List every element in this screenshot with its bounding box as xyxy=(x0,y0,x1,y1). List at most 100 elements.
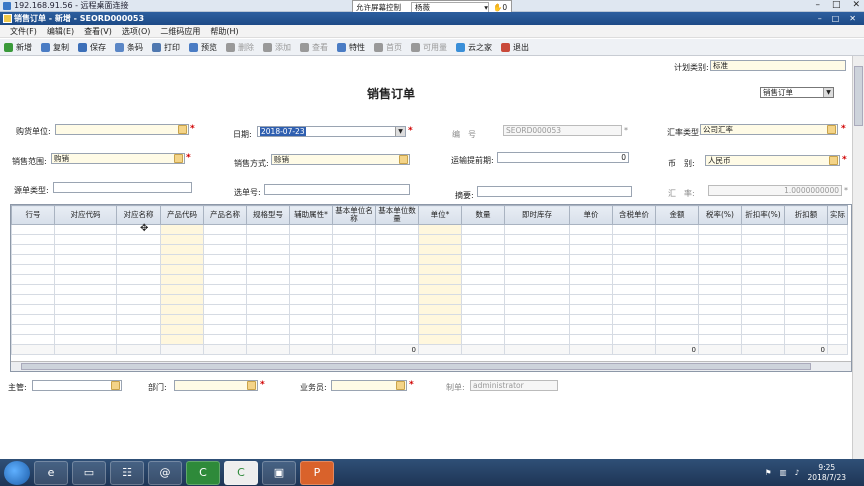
transport-field[interactable]: 0 xyxy=(497,152,629,163)
grid-header-3[interactable]: 产品代码 xyxy=(160,205,204,225)
network-icon[interactable]: ▥ xyxy=(780,468,787,477)
grid-cell[interactable] xyxy=(54,304,117,315)
table-row[interactable] xyxy=(11,334,848,345)
grid-cell[interactable] xyxy=(569,244,613,255)
grid-cell[interactable] xyxy=(741,314,785,325)
grid-cell[interactable] xyxy=(375,294,419,305)
grid-cell[interactable] xyxy=(612,284,656,295)
grid-cell[interactable] xyxy=(741,324,785,335)
grid-cell[interactable] xyxy=(698,264,742,275)
app-grid-icon[interactable]: ☷ xyxy=(110,460,144,485)
toolbar-button-0[interactable]: 新增 xyxy=(4,42,32,53)
grid-cell[interactable] xyxy=(461,314,505,325)
grid-cell[interactable] xyxy=(332,244,376,255)
grid-cell[interactable] xyxy=(246,334,290,345)
grid-cell[interactable] xyxy=(741,254,785,265)
grid-cell[interactable] xyxy=(741,234,785,245)
grid-header-12[interactable]: 单价 xyxy=(569,205,613,225)
grid-cell[interactable] xyxy=(54,244,117,255)
toolbar-button-6[interactable]: 删除 xyxy=(226,42,254,53)
grid-cell[interactable] xyxy=(504,334,570,345)
toolbar-button-1[interactable]: 复制 xyxy=(41,42,69,53)
grid-cell[interactable] xyxy=(418,314,462,325)
grid-cell[interactable] xyxy=(246,234,290,245)
minimize-icon[interactable]: – xyxy=(815,0,820,10)
grid-cell[interactable] xyxy=(569,284,613,295)
grid-cell[interactable] xyxy=(612,324,656,335)
grid-cell[interactable] xyxy=(289,264,333,275)
grid-cell[interactable] xyxy=(375,274,419,285)
toolbar-button-5[interactable]: 预览 xyxy=(189,42,217,53)
grid-header-6[interactable]: 辅助属性* xyxy=(289,205,333,225)
grid-header-18[interactable]: 实际 xyxy=(827,205,848,225)
grid-cell[interactable] xyxy=(246,284,290,295)
grid-cell[interactable] xyxy=(160,224,204,235)
grid-cell[interactable] xyxy=(332,334,376,345)
ie-icon[interactable]: e xyxy=(34,460,68,485)
grid-cell[interactable] xyxy=(246,294,290,305)
grid-cell[interactable] xyxy=(655,244,699,255)
grid-cell[interactable] xyxy=(11,234,55,245)
grid-cell[interactable] xyxy=(827,334,848,345)
menu-view[interactable]: 查看(V) xyxy=(84,26,112,37)
grid-cell[interactable] xyxy=(784,324,828,335)
grid-cell[interactable] xyxy=(116,244,161,255)
grid-cell[interactable] xyxy=(246,224,290,235)
grid-cell[interactable] xyxy=(569,314,613,325)
grid-cell[interactable] xyxy=(784,224,828,235)
grid-header-4[interactable]: 产品名称 xyxy=(203,205,247,225)
toolbar-button-3[interactable]: 条码 xyxy=(115,42,143,53)
grid-cell[interactable] xyxy=(655,264,699,275)
grid-cell[interactable] xyxy=(203,274,247,285)
grid-cell[interactable] xyxy=(375,314,419,325)
grid-cell[interactable] xyxy=(741,304,785,315)
grid-cell[interactable] xyxy=(332,304,376,315)
grid-cell[interactable] xyxy=(418,284,462,295)
exchange-type-field[interactable]: 公司汇率 xyxy=(700,124,838,135)
menu-file[interactable]: 文件(F) xyxy=(10,26,37,37)
toolbar-button-8[interactable]: 查看 xyxy=(300,42,328,53)
menu-qrcode[interactable]: 二维码应用 xyxy=(160,26,200,37)
grid-cell[interactable] xyxy=(784,294,828,305)
date-field[interactable]: 2018-07-23 ▼ xyxy=(257,126,406,137)
grid-cell[interactable] xyxy=(698,334,742,345)
grid-cell[interactable] xyxy=(504,254,570,265)
grid-header-13[interactable]: 含税单价 xyxy=(612,205,656,225)
clock[interactable]: 9:25 2018/7/23 xyxy=(808,463,846,483)
grid-cell[interactable] xyxy=(612,334,656,345)
grid-cell[interactable] xyxy=(418,264,462,275)
grid-cell[interactable] xyxy=(655,254,699,265)
grid-cell[interactable] xyxy=(375,254,419,265)
sales-scope-field[interactable]: 购销 xyxy=(51,153,185,164)
grid-cell[interactable] xyxy=(160,294,204,305)
grid-cell[interactable] xyxy=(11,334,55,345)
toolbar-button-4[interactable]: 打印 xyxy=(152,42,180,53)
grid-cell[interactable] xyxy=(116,294,161,305)
grid-header-14[interactable]: 金额 xyxy=(655,205,699,225)
grid-cell[interactable] xyxy=(418,304,462,315)
grid-cell[interactable] xyxy=(827,274,848,285)
lookup-icon[interactable] xyxy=(247,381,256,390)
grid-cell[interactable] xyxy=(655,234,699,245)
grid-cell[interactable] xyxy=(289,244,333,255)
summary-field[interactable] xyxy=(477,186,632,197)
grid-cell[interactable] xyxy=(11,294,55,305)
grid-cell[interactable] xyxy=(698,244,742,255)
grid-cell[interactable] xyxy=(612,304,656,315)
grid-cell[interactable] xyxy=(160,264,204,275)
grid-cell[interactable] xyxy=(655,334,699,345)
app-minimize-icon[interactable]: – xyxy=(818,14,822,23)
grid-cell[interactable] xyxy=(461,224,505,235)
grid-cell[interactable] xyxy=(504,264,570,275)
grid-cell[interactable] xyxy=(827,324,848,335)
close-icon[interactable]: ✕ xyxy=(852,0,860,10)
grid-cell[interactable] xyxy=(54,284,117,295)
grid-cell[interactable] xyxy=(784,264,828,275)
table-row[interactable] xyxy=(11,294,848,305)
grid-cell[interactable] xyxy=(612,294,656,305)
grid-cell[interactable] xyxy=(11,254,55,265)
grid-header-11[interactable]: 即时库存 xyxy=(504,205,570,225)
grid-cell[interactable] xyxy=(289,314,333,325)
grid-cell[interactable] xyxy=(54,264,117,275)
sales-mode-field[interactable]: 赊销 xyxy=(271,154,410,165)
